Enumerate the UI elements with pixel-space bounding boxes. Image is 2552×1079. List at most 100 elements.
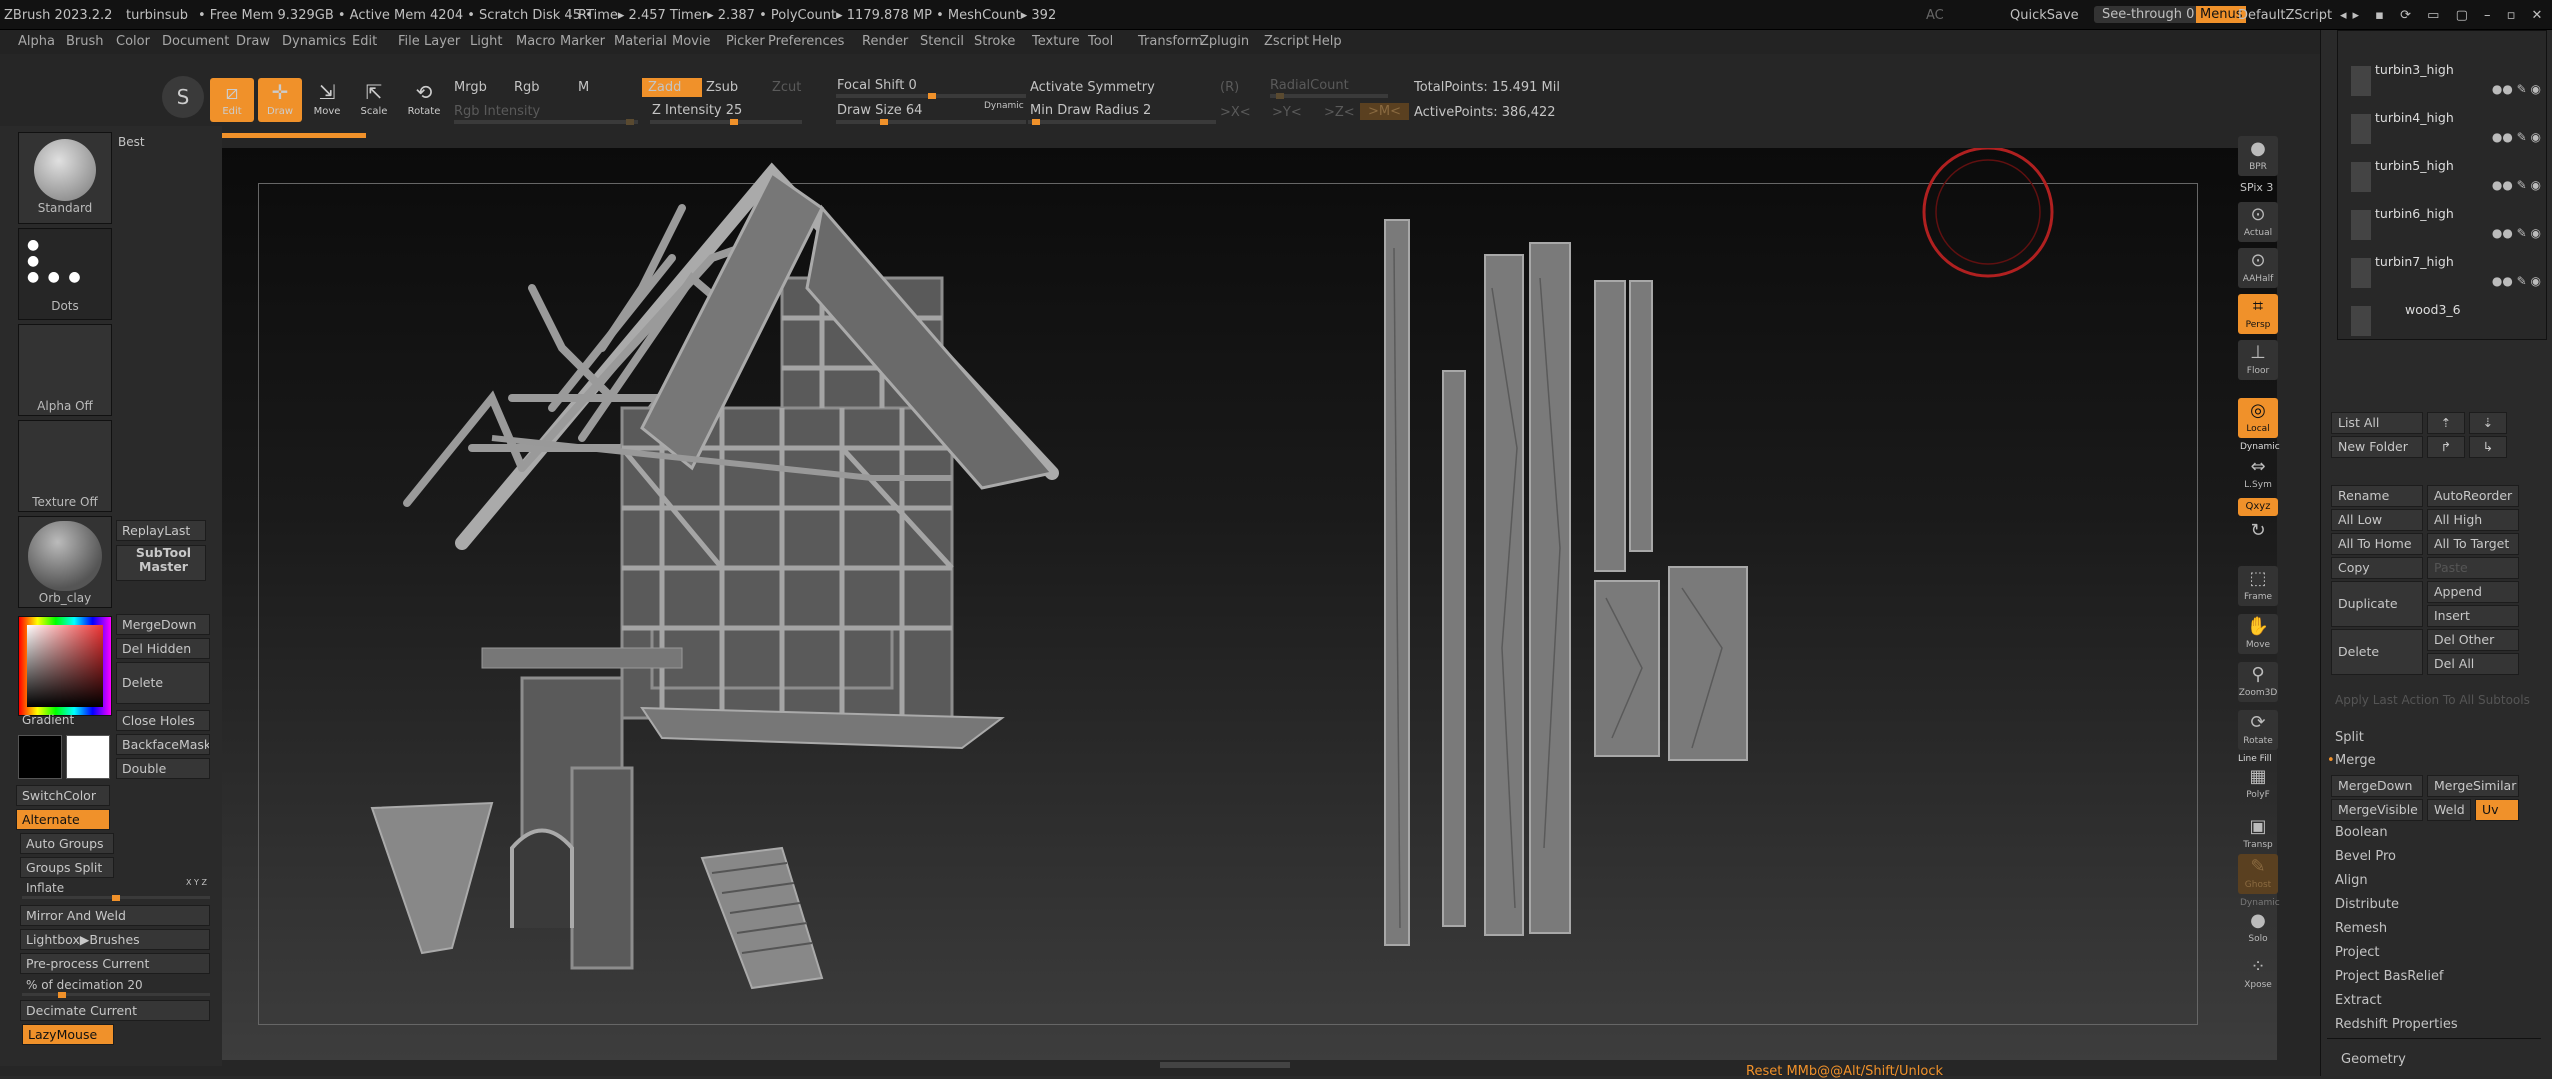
quicksave-button[interactable]: QuickSave: [2010, 8, 2079, 23]
scale-button[interactable]: ⇱ Scale: [352, 78, 396, 122]
menu-layer[interactable]: Layer: [424, 34, 460, 49]
lsym-button[interactable]: ⇔ L.Sym: [2238, 454, 2278, 494]
zadd-button[interactable]: Zadd: [642, 78, 702, 97]
menu-stroke[interactable]: Stroke: [974, 34, 1015, 49]
all-high-button[interactable]: All High: [2427, 509, 2519, 531]
rotate-axis-icon[interactable]: ↻: [2238, 518, 2278, 558]
folder-in-icon[interactable]: ↱: [2427, 436, 2465, 458]
alpha-thumb[interactable]: Alpha Off: [18, 324, 112, 416]
close-holes-button[interactable]: Close Holes: [116, 710, 210, 731]
groups-split-button[interactable]: Groups Split: [20, 857, 114, 878]
subtool-master-button[interactable]: SubTool Master: [116, 545, 206, 581]
mirror-weld-button[interactable]: Mirror And Weld: [20, 905, 210, 926]
menu-texture[interactable]: Texture: [1032, 34, 1080, 49]
menu-material[interactable]: Material: [614, 34, 667, 49]
left-delhidden-button[interactable]: Del Hidden: [116, 638, 210, 659]
rgb-intensity-slider[interactable]: Rgb Intensity: [454, 104, 540, 119]
m-button[interactable]: M: [578, 80, 589, 95]
solo-button[interactable]: ● Solo: [2238, 908, 2278, 948]
focal-shift-slider[interactable]: Focal Shift 0: [837, 78, 917, 93]
qxyz-button[interactable]: Qxyz: [2238, 498, 2278, 516]
decimation-slider[interactable]: % of decimation 20: [26, 978, 143, 992]
lightbox-logo-icon[interactable]: S: [162, 76, 204, 118]
actual-button[interactable]: ⊙ Actual: [2238, 202, 2278, 242]
subtool-item[interactable]: turbin4_high ●● ✎ ◉: [2351, 108, 2547, 154]
draw-size-track[interactable]: [836, 119, 1026, 125]
sym-z-button[interactable]: >Z<: [1324, 105, 1355, 120]
folder-out-icon[interactable]: ↳: [2469, 436, 2507, 458]
zsub-button[interactable]: Zsub: [706, 80, 738, 95]
decimate-current-button[interactable]: Decimate Current: [20, 1000, 210, 1021]
activate-symmetry-button[interactable]: Activate Symmetry: [1030, 80, 1155, 95]
color-picker[interactable]: [18, 616, 112, 716]
bpr-button[interactable]: ● BPR: [2238, 136, 2278, 176]
list-all-button[interactable]: List All: [2331, 412, 2423, 434]
menu-zplugin[interactable]: Zplugin: [1200, 34, 1249, 49]
extract-section[interactable]: Extract: [2335, 993, 2382, 1008]
paste-button[interactable]: Paste: [2427, 557, 2519, 579]
menu-picker[interactable]: Picker: [726, 34, 765, 49]
subtool-item[interactable]: wood3_6: [2351, 300, 2547, 346]
apply-last-action-button[interactable]: Apply Last Action To All Subtools: [2335, 693, 2530, 707]
menu-movie[interactable]: Movie: [672, 34, 710, 49]
redshift-section[interactable]: Redshift Properties: [2335, 1017, 2458, 1032]
seethrough-slider[interactable]: See-through 0: [2094, 6, 2203, 23]
preprocess-button[interactable]: Pre-process Current: [20, 953, 210, 974]
left-delete-button[interactable]: Delete: [116, 662, 210, 704]
radial-r-button[interactable]: (R): [1220, 80, 1239, 95]
rgb-intensity-track[interactable]: [454, 119, 638, 125]
visibility-eye-icon[interactable]: ●● ✎ ◉: [2492, 130, 2541, 144]
stroke-dots-thumb[interactable]: ● ● ● ● ● Dots: [18, 228, 112, 320]
xpose-button[interactable]: ⁘ Xpose: [2238, 954, 2278, 994]
project-section[interactable]: Project: [2335, 945, 2379, 960]
rotate-view-button[interactable]: ⟳ Rotate: [2238, 710, 2278, 750]
subtool-item[interactable]: turbin7_high ●● ✎ ◉: [2351, 252, 2547, 298]
merge-visible-button[interactable]: MergeVisible: [2331, 799, 2423, 821]
menu-draw[interactable]: Draw: [236, 34, 270, 49]
visibility-eye-icon[interactable]: ●● ✎ ◉: [2492, 274, 2541, 288]
transp-button[interactable]: ▣ Transp: [2238, 814, 2278, 854]
house-model-viewport[interactable]: [222, 148, 2277, 1060]
radial-count-track[interactable]: [1270, 93, 1388, 99]
menu-color[interactable]: Color: [116, 34, 150, 49]
menu-dynamics[interactable]: Dynamics: [282, 34, 346, 49]
lightbox-brushes-button[interactable]: Lightbox▶Brushes: [20, 929, 210, 950]
menu-marker[interactable]: Marker: [560, 34, 605, 49]
move-up-icon[interactable]: ⇡: [2427, 412, 2465, 434]
menu-document[interactable]: Document: [162, 34, 229, 49]
spix-slider[interactable]: SPix 3: [2240, 181, 2273, 194]
distribute-section[interactable]: Distribute: [2335, 897, 2399, 912]
min-draw-radius-track[interactable]: [1028, 119, 1216, 125]
inflate-xyz[interactable]: X Y Z: [186, 878, 207, 887]
project-basrelief-section[interactable]: Project BasRelief: [2335, 969, 2444, 984]
draw-size-slider[interactable]: Draw Size 64: [837, 103, 922, 118]
visibility-eye-icon[interactable]: ●● ✎ ◉: [2492, 226, 2541, 240]
all-to-home-button[interactable]: All To Home: [2331, 533, 2423, 555]
local-button[interactable]: ◎ Local: [2238, 398, 2278, 438]
menu-tool[interactable]: Tool: [1088, 34, 1113, 49]
edit-button[interactable]: ⧄ Edit: [210, 78, 254, 122]
window-controls-icon[interactable]: ◂▸ ▪ ⟳ ▭ ▢ – ▫ ✕: [2340, 8, 2548, 23]
menu-render[interactable]: Render: [862, 34, 908, 49]
split-section[interactable]: Split: [2335, 730, 2364, 745]
primary-color-swatch[interactable]: [18, 735, 62, 779]
menu-file[interactable]: File: [398, 34, 420, 49]
rgb-button[interactable]: Rgb: [514, 80, 540, 95]
menu-preferences[interactable]: Preferences: [768, 34, 844, 49]
insert-button[interactable]: Insert: [2427, 605, 2519, 627]
subtool-item[interactable]: turbin3_high ●● ✎ ◉: [2351, 60, 2547, 106]
color-square[interactable]: [27, 625, 103, 707]
append-button[interactable]: Append: [2427, 581, 2519, 603]
weld-toggle[interactable]: Weld: [2427, 799, 2471, 821]
boolean-section[interactable]: Boolean: [2335, 825, 2388, 840]
subtool-item[interactable]: turbin6_high ●● ✎ ◉: [2351, 204, 2547, 250]
sym-x-button[interactable]: >X<: [1220, 105, 1251, 120]
menu-help[interactable]: Help: [1312, 34, 1342, 49]
texture-thumb[interactable]: Texture Off: [18, 420, 112, 512]
frame-button[interactable]: ⬚ Frame: [2238, 566, 2278, 606]
gradient-toggle[interactable]: Gradient: [22, 713, 74, 727]
default-zscript[interactable]: DefaultZScript: [2238, 8, 2332, 23]
menu-alpha[interactable]: Alpha: [18, 34, 55, 49]
del-other-button[interactable]: Del Other: [2427, 629, 2519, 651]
merge-similar-button[interactable]: MergeSimilar: [2427, 775, 2519, 797]
